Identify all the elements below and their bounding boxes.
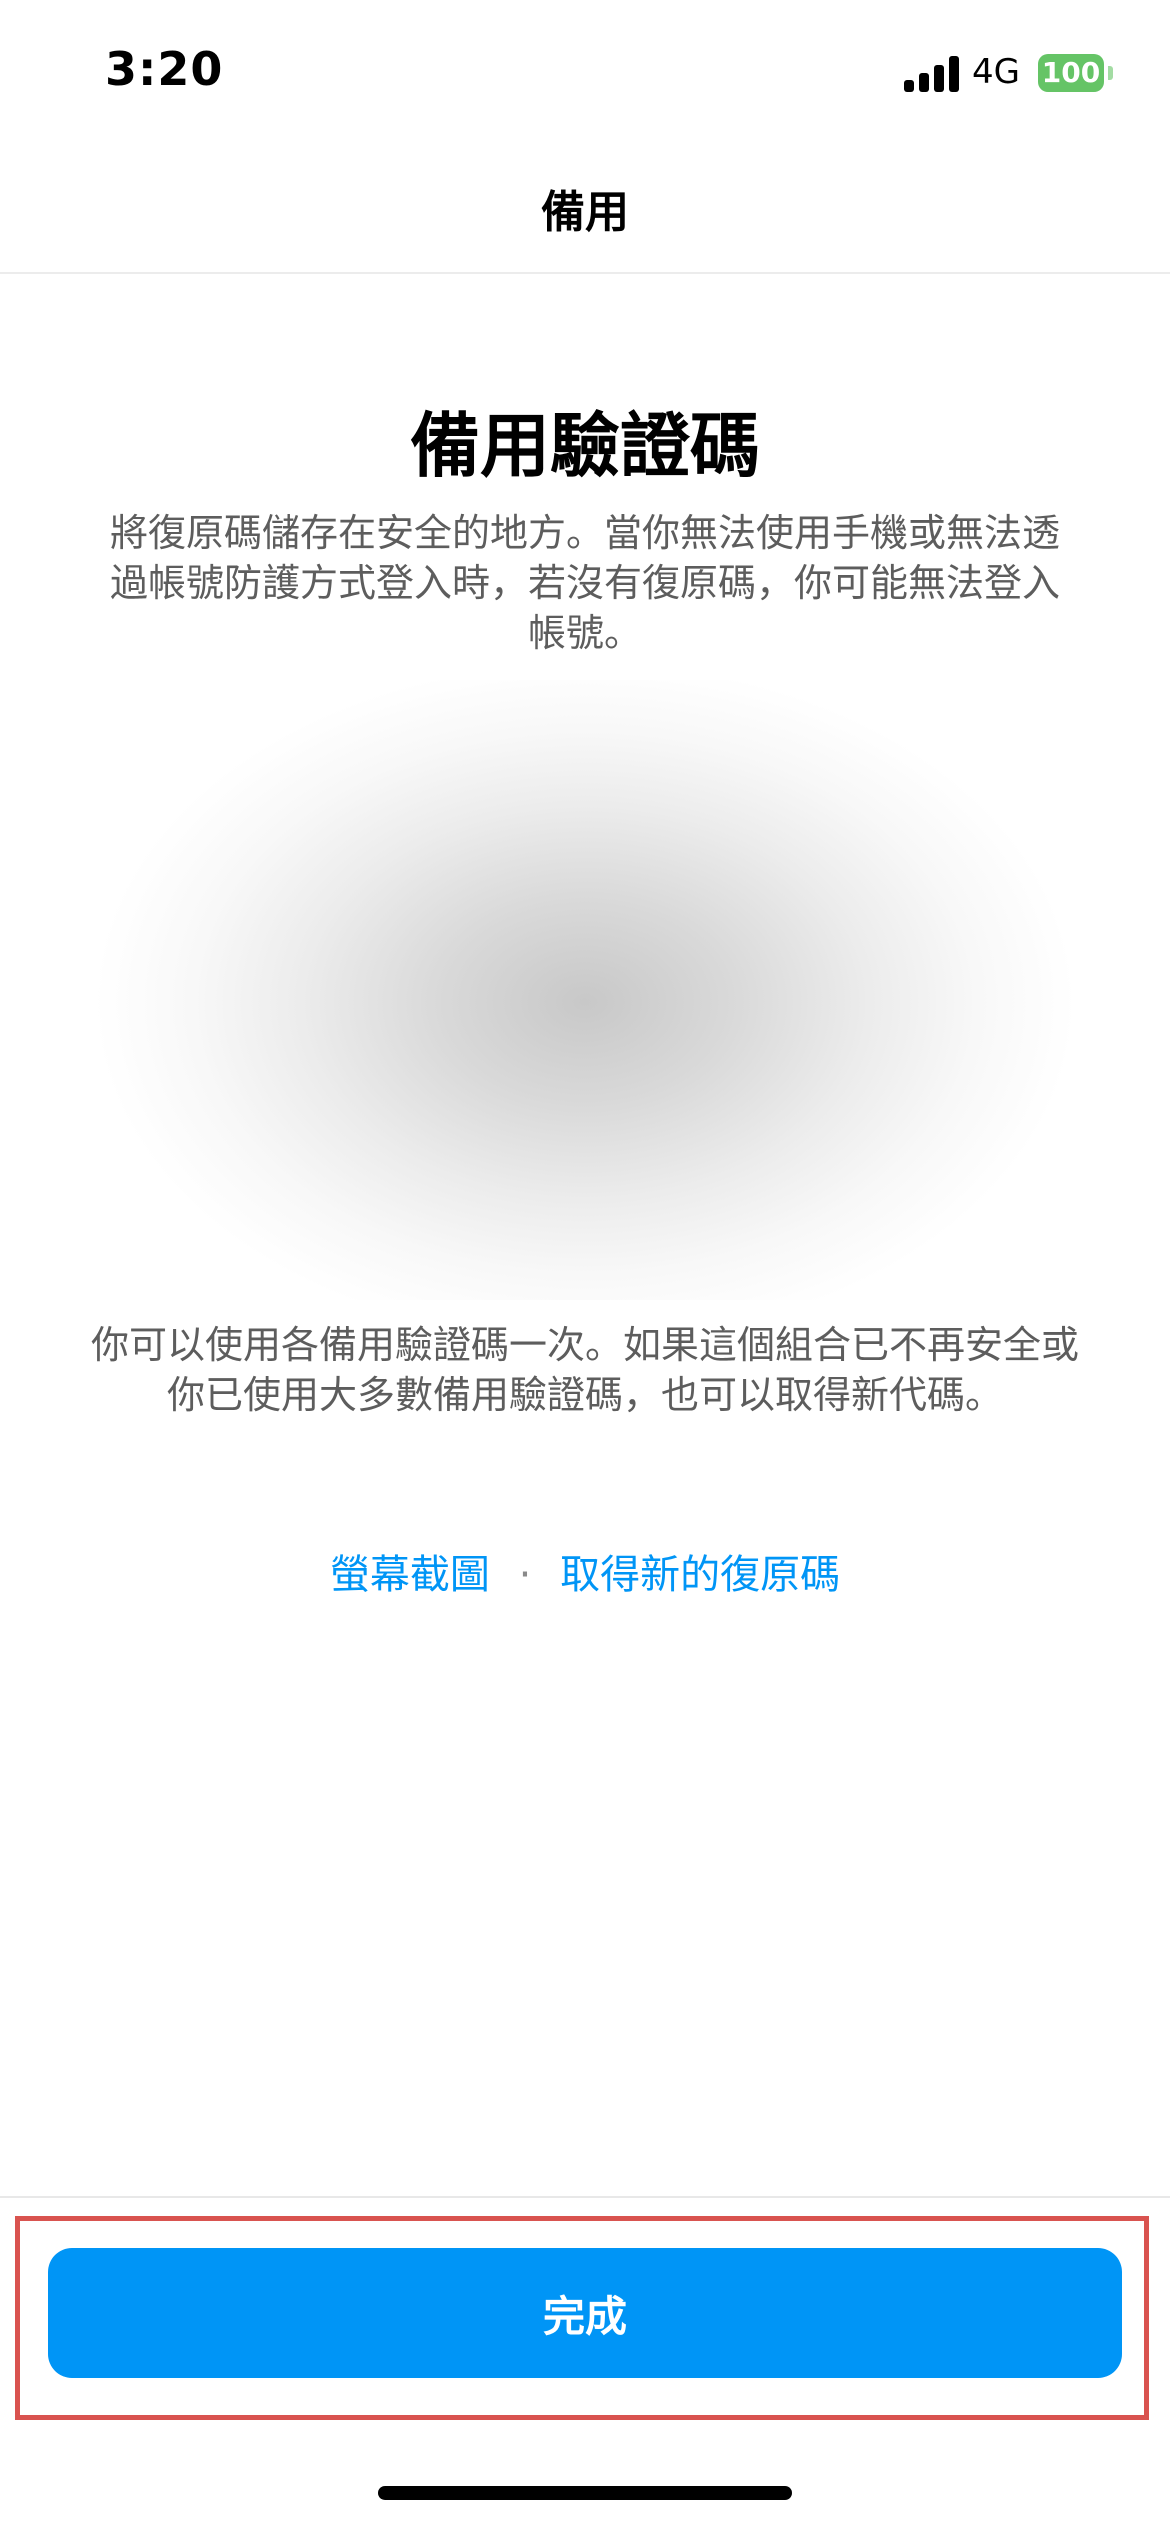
status-time: 3:20 [105,42,224,96]
battery-icon: 100 [1038,54,1104,92]
description-text: 將復原碼儲存在安全的地方。當你無法使用手機或無法透過帳號防護方式登入時，若沒有復… [109,511,1060,655]
footer-divider [0,2196,1170,2198]
link-separator: · [518,1552,532,1598]
screenshot-link[interactable]: 螢幕截圖 [330,1552,490,1598]
action-links: 螢幕截圖 · 取得新的復原碼 [0,1542,1170,1600]
home-indicator [378,2486,792,2500]
backup-codes-blurred [40,680,1130,1300]
network-type: 4G [972,52,1020,92]
usage-note: 你可以使用各備用驗證碼一次。如果這個組合已不再安全或你已使用大多數備用驗證碼，也… [90,1323,1079,1417]
nav-bar: 備用 [0,140,1170,274]
page-heading: 備用驗證碼 [410,405,760,487]
nav-title: 備用 [541,187,629,238]
get-new-codes-link[interactable]: 取得新的復原碼 [560,1552,840,1598]
battery-cap [1108,66,1113,80]
done-button[interactable]: 完成 [48,2248,1122,2378]
battery-level: 100 [1041,56,1101,89]
status-bar: 3:20 4G 100 [0,0,1170,140]
signal-icon [904,56,960,92]
